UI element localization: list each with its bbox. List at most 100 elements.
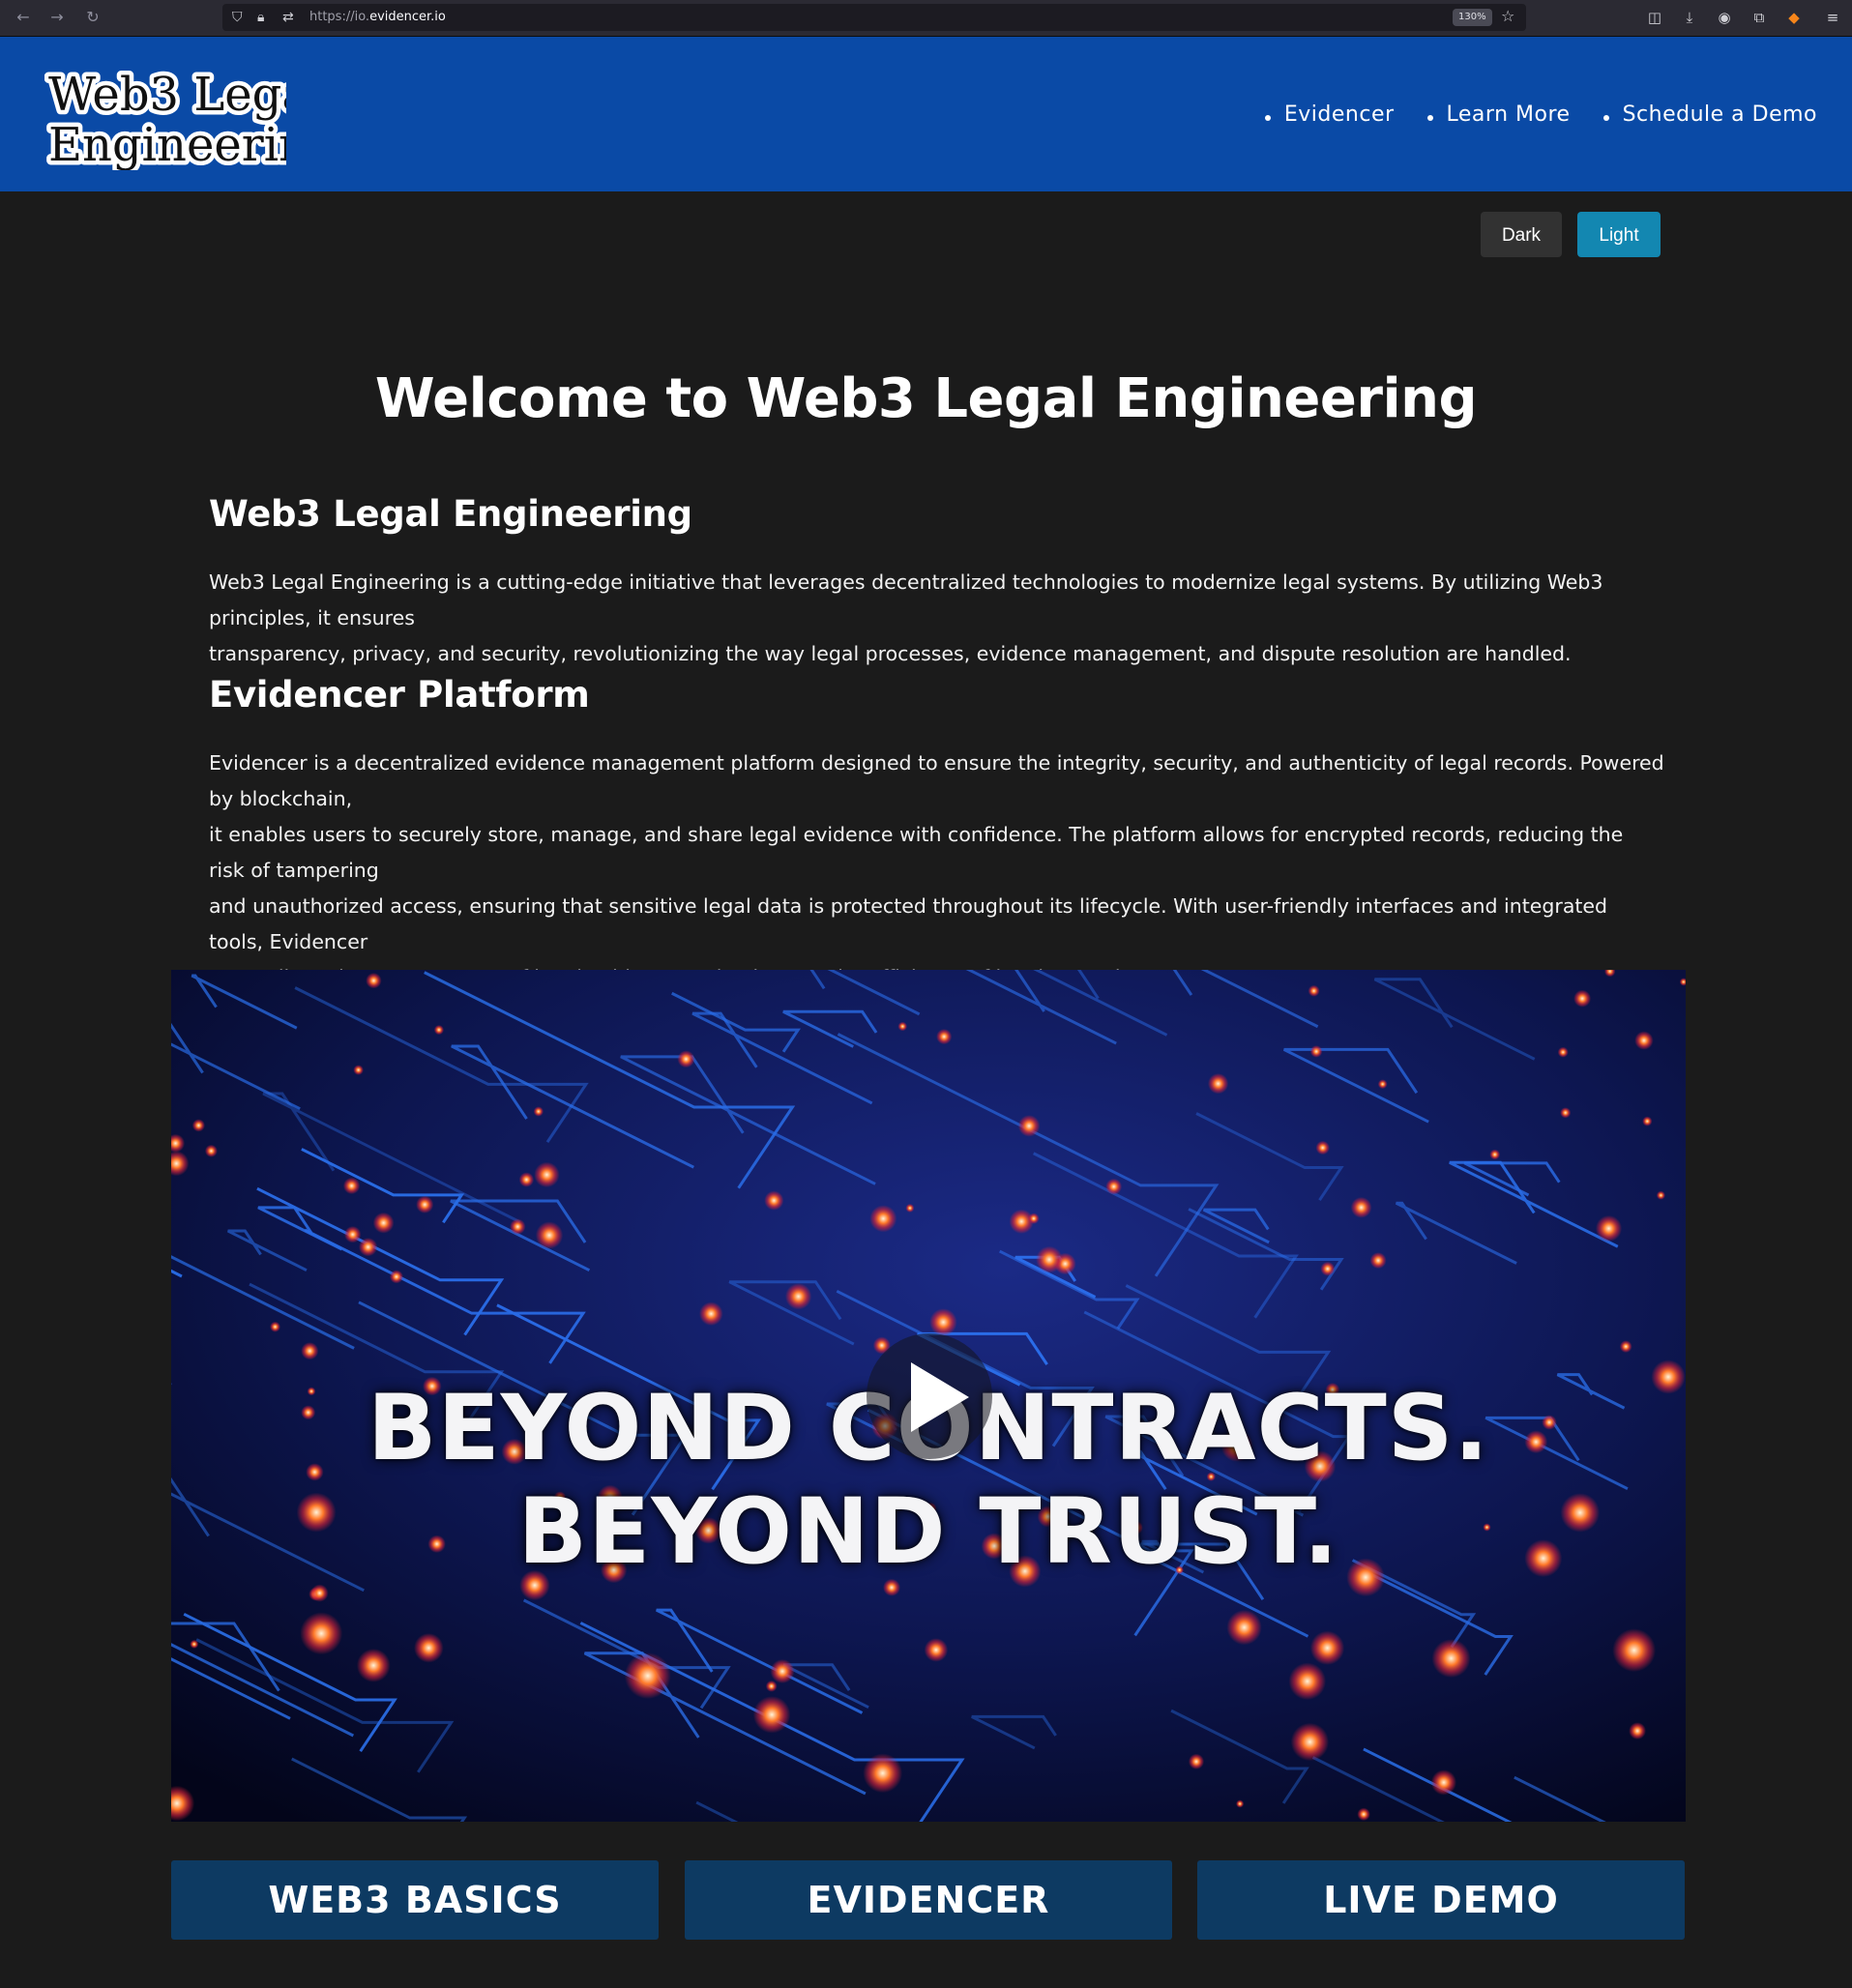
glowing-node	[924, 1638, 949, 1662]
glowing-node	[1017, 1115, 1041, 1137]
bullet-icon	[1426, 114, 1433, 121]
evidencer-button[interactable]: EVIDENCER	[685, 1860, 1172, 1940]
glowing-node	[1309, 1630, 1345, 1665]
glowing-node	[1320, 1261, 1336, 1276]
section-heading-evidencer: Evidencer Platform	[209, 674, 590, 716]
glowing-node	[699, 1301, 723, 1326]
glowing-node	[1560, 1107, 1572, 1119]
glowing-node	[869, 1205, 897, 1233]
shield-icon[interactable]: ⛉	[232, 8, 243, 27]
bullet-icon	[1602, 114, 1609, 121]
pocket-icon[interactable]: ◫	[1644, 7, 1665, 28]
glowing-node	[905, 1203, 915, 1213]
glowing-node	[1357, 1807, 1370, 1821]
glowing-node	[535, 1221, 564, 1249]
permissions-icon[interactable]: ⇄	[282, 8, 294, 27]
bullet-icon	[1264, 114, 1271, 121]
glowing-node	[929, 1308, 957, 1336]
live-demo-button[interactable]: LIVE DEMO	[1197, 1860, 1685, 1940]
page-title: Welcome to Web3 Legal Engineering	[374, 367, 1478, 430]
glowing-node	[533, 1106, 544, 1117]
forward-icon[interactable]: →	[45, 6, 69, 29]
section-paragraph-web3: Web3 Legal Engineering is a cutting-edge…	[209, 565, 1664, 672]
glowing-node	[300, 1612, 343, 1655]
glowing-node	[1207, 1073, 1229, 1095]
download-icon[interactable]: ⤓	[1679, 7, 1700, 28]
nav-item-learn-more[interactable]: Learn More	[1426, 102, 1571, 127]
glowing-node	[1369, 1252, 1387, 1270]
bookmark-star-icon[interactable]: ☆	[1501, 7, 1514, 25]
metamask-fox-icon[interactable]: ◆	[1783, 7, 1805, 28]
glowing-node	[1315, 1140, 1330, 1155]
glowing-node	[190, 1639, 199, 1649]
glowing-node	[1309, 1045, 1323, 1058]
glowing-node	[1105, 1178, 1123, 1195]
svg-text:Web3 Legal: Web3 Legal	[48, 68, 286, 122]
main-nav: Evidencer Learn More Schedule a Demo	[1264, 102, 1817, 127]
site-header: Web3 Legal Engineering Web3 Legal Engine…	[0, 37, 1852, 191]
nav-label[interactable]: Evidencer	[1284, 102, 1395, 127]
glowing-node	[1236, 1799, 1245, 1808]
play-icon	[911, 1362, 969, 1432]
glowing-node	[1629, 1722, 1646, 1740]
glowing-node	[353, 1065, 364, 1075]
glowing-node	[358, 1238, 378, 1257]
promo-video[interactable]: BEYOND CONTRACTS. BEYOND TRUST.	[171, 970, 1686, 1822]
paragraph-line: and unauthorized access, ensuring that s…	[209, 894, 1608, 953]
svg-text:Engineering: Engineering	[48, 118, 286, 170]
nav-item-evidencer[interactable]: Evidencer	[1264, 102, 1395, 127]
glowing-node	[1573, 989, 1592, 1008]
glowing-node	[534, 1161, 560, 1188]
zoom-indicator[interactable]: 130%	[1453, 9, 1492, 26]
nav-label[interactable]: Schedule a Demo	[1623, 102, 1817, 127]
glowing-node	[1619, 1340, 1632, 1353]
glowing-node	[433, 1025, 444, 1036]
glowing-node	[1188, 1753, 1205, 1769]
nav-label[interactable]: Learn More	[1447, 102, 1571, 127]
paragraph-line: Evidencer is a decentralized evidence ma…	[209, 751, 1664, 810]
glowing-node	[366, 973, 382, 989]
account-icon[interactable]: ◉	[1714, 7, 1735, 28]
glowing-node	[372, 1212, 395, 1234]
glowing-node	[1430, 1769, 1456, 1796]
lock-icon[interactable]: 🔒︎	[257, 8, 264, 27]
address-bar[interactable]: ⛉ 🔒︎ ⇄ https://io.evidencer.io 130% ☆	[222, 4, 1526, 31]
light-theme-button[interactable]: Light	[1577, 212, 1661, 257]
url-text[interactable]: https://io.evidencer.io	[309, 9, 446, 26]
glowing-node	[1036, 1245, 1063, 1273]
back-icon[interactable]: ←	[12, 6, 35, 29]
nav-item-schedule-demo[interactable]: Schedule a Demo	[1602, 102, 1817, 127]
dark-theme-button[interactable]: Dark	[1481, 212, 1562, 257]
glowing-node	[1634, 1031, 1654, 1050]
extensions-icon[interactable]: ⧉	[1749, 7, 1770, 28]
glowing-node	[518, 1172, 535, 1187]
glowing-node	[1557, 1046, 1569, 1058]
glowing-node	[510, 1218, 526, 1235]
reload-icon[interactable]: ↻	[81, 6, 104, 29]
glowing-node	[342, 1177, 361, 1195]
glowing-node	[356, 1649, 391, 1682]
glowing-node	[897, 1021, 908, 1032]
glowing-node	[270, 1321, 280, 1332]
glowing-node	[389, 1270, 403, 1284]
glowing-node	[310, 1584, 329, 1602]
glowing-node	[1308, 984, 1320, 997]
web3-basics-button[interactable]: WEB3 BASICS	[171, 1860, 659, 1940]
glowing-node	[1350, 1196, 1372, 1218]
glowing-node	[344, 1226, 362, 1243]
glowing-node	[1612, 1628, 1657, 1673]
glowing-node	[863, 1753, 903, 1794]
glowing-node	[1290, 1722, 1330, 1762]
glowing-node	[301, 1342, 319, 1360]
glowing-node	[1377, 1079, 1388, 1090]
play-button[interactable]	[867, 1333, 992, 1459]
logo[interactable]: Web3 Legal Engineering Web3 Legal Engine…	[44, 64, 286, 170]
glowing-node	[416, 1195, 434, 1213]
section-paragraph-evidencer: Evidencer is a decentralized evidence ma…	[209, 746, 1664, 996]
menu-icon[interactable]: ≡	[1822, 7, 1843, 28]
glowing-node	[936, 1029, 953, 1045]
section-heading-web3: Web3 Legal Engineering	[209, 493, 692, 535]
glowing-node	[784, 1283, 812, 1310]
glowing-node	[1226, 1609, 1262, 1646]
glowing-node	[1642, 1116, 1653, 1126]
